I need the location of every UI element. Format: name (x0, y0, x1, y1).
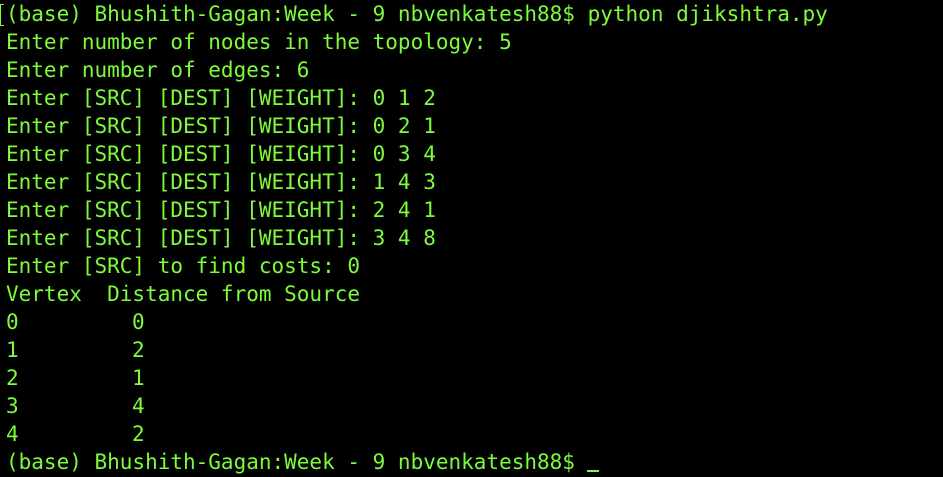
table-row: 00 (0, 308, 943, 336)
table-header: Vertex Distance from Source (6, 282, 361, 306)
vertex-cell: 1 (6, 338, 19, 362)
distance-cell: 1 (132, 366, 145, 390)
edges-prompt-line: Enter number of edges: 6 (6, 58, 310, 82)
distance-cell: 2 (132, 422, 145, 446)
shell-prompt: (base) Bhushith-Gagan:Week - 9 nbvenkate… (6, 450, 575, 474)
edge-input-line: Enter [SRC] [DEST] [WEIGHT]: 0 2 1 (6, 114, 436, 138)
distance-cell: 4 (132, 394, 145, 418)
vertex-cell: 0 (6, 310, 19, 334)
final-prompt-line[interactable]: (base) Bhushith-Gagan:Week - 9 nbvenkate… (0, 448, 943, 476)
shell-prompt: (base) Bhushith-Gagan:Week - 9 nbvenkate… (6, 2, 575, 26)
vertex-cell: 4 (6, 422, 19, 446)
edge-input-line: Enter [SRC] [DEST] [WEIGHT]: 3 4 8 (6, 226, 436, 250)
edge-input-line: Enter [SRC] [DEST] [WEIGHT]: 1 4 3 (6, 170, 436, 194)
table-row: 42 (0, 420, 943, 448)
line-marker (0, 4, 4, 26)
distance-cell: 2 (132, 338, 145, 362)
nodes-prompt-line: Enter number of nodes in the topology: 5 (6, 30, 512, 54)
terminal-window[interactable]: (base) Bhushith-Gagan:Week - 9 nbvenkate… (0, 0, 943, 477)
command-line: (base) Bhushith-Gagan:Week - 9 nbvenkate… (0, 0, 943, 28)
table-row: 34 (0, 392, 943, 420)
table-row: 21 (0, 364, 943, 392)
edge-input-line: Enter [SRC] [DEST] [WEIGHT]: 2 4 1 (6, 198, 436, 222)
command-text: python djikshtra.py (587, 2, 828, 26)
vertex-cell: 2 (6, 366, 19, 390)
edge-input-line: Enter [SRC] [DEST] [WEIGHT]: 0 1 2 (6, 86, 436, 110)
vertex-cell: 3 (6, 394, 19, 418)
table-row: 12 (0, 336, 943, 364)
distance-cell: 0 (132, 310, 145, 334)
source-prompt-line: Enter [SRC] to find costs: 0 (6, 254, 361, 278)
edge-input-line: Enter [SRC] [DEST] [WEIGHT]: 0 3 4 (6, 142, 436, 166)
text-cursor (586, 470, 599, 472)
